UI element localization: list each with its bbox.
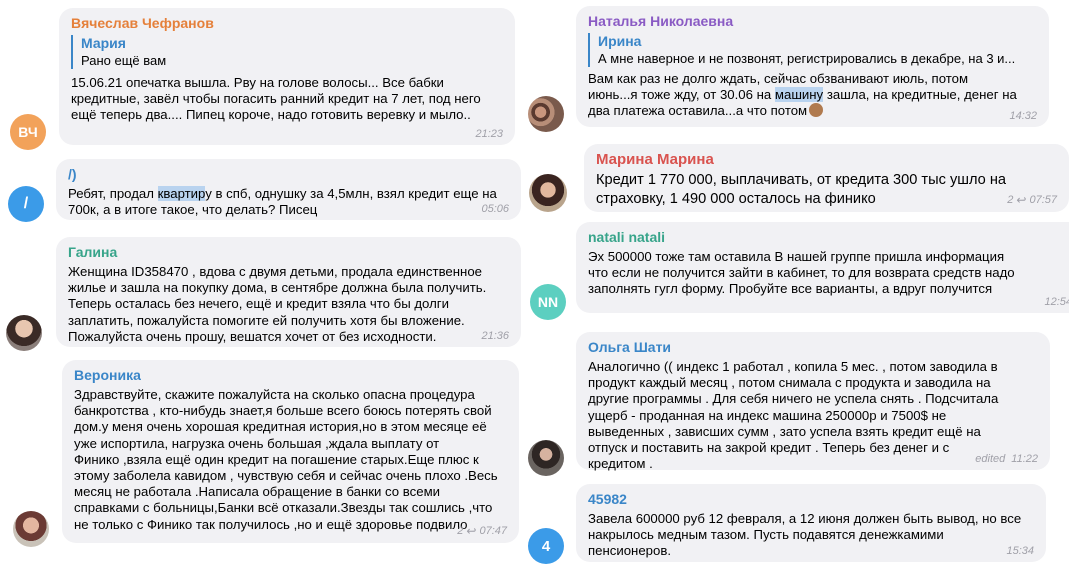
edited-label: edited: [975, 453, 1006, 465]
message-text: Эх 500000 тоже там оставила В нашей груп…: [588, 249, 1015, 297]
message-meta: 05:06: [481, 203, 509, 215]
avatar-initials: /: [23, 195, 29, 212]
message[interactable]: Ольга Шати Аналогично (( индекс 1 работа…: [528, 330, 1069, 476]
avatar[interactable]: [529, 174, 567, 212]
reply-count[interactable]: 2: [457, 525, 463, 537]
message-bubble: Галина Женщина ID358470 , вдова с двумя …: [56, 237, 521, 347]
message[interactable]: Марина Марина Кредит 1 770 000, выплачив…: [528, 140, 1069, 215]
message-bubble: Ольга Шати Аналогично (( индекс 1 работа…: [576, 332, 1050, 472]
message-time: 14:32: [1009, 110, 1037, 122]
reply-arrow-icon[interactable]: ↩: [466, 524, 476, 538]
avatar[interactable]: [528, 96, 564, 132]
message-bubble: Вячеслав Чефранов Мария Рано ещё вам 15.…: [59, 8, 515, 145]
quote-author: Ирина: [598, 33, 642, 49]
sender-name[interactable]: Марина Марина: [596, 151, 1057, 168]
message-time: 12:54: [1044, 296, 1069, 308]
message-meta: 2 ↩ 07:57: [1007, 193, 1057, 207]
message-time: 07:57: [1029, 194, 1057, 206]
message-bubble: /) Ребят, продал квартиру в спб, однушку…: [56, 159, 521, 220]
message-text: Ребят, продал квартиру в спб, однушку за…: [68, 186, 509, 218]
message-text: Кредит 1 770 000, выплачивать, от кредит…: [596, 172, 1006, 207]
message[interactable]: Наталья Николаевна Ирина А мне наверное …: [528, 0, 1069, 135]
avatar-initials: NN: [537, 294, 559, 310]
avatar[interactable]: 4: [528, 528, 564, 564]
message[interactable]: Галина Женщина ID358470 , вдова с двумя …: [0, 235, 530, 355]
message-meta: 12:54: [1044, 296, 1069, 308]
sender-name[interactable]: Вероника: [74, 367, 507, 384]
reply-count[interactable]: 2: [1007, 194, 1013, 206]
message[interactable]: 4 45982 Завела 600000 руб 12 февраля, а …: [528, 480, 1069, 569]
avatar[interactable]: [528, 440, 564, 476]
message-time: 21:36: [481, 330, 509, 342]
message[interactable]: Вероника Здравствуйте, скажите пожалуйст…: [0, 358, 530, 548]
avatar-initials: 4: [541, 537, 551, 555]
quote-author: Мария: [81, 35, 126, 51]
message-time: 15:34: [1006, 545, 1034, 557]
message-bubble: Вероника Здравствуйте, скажите пожалуйст…: [62, 360, 519, 543]
message-bubble: Марина Марина Кредит 1 770 000, выплачив…: [584, 144, 1069, 212]
message-meta: 2 ↩ 07:47: [457, 524, 507, 538]
message-meta: 14:32: [1009, 110, 1037, 122]
message[interactable]: ВЧ Вячеслав Чефранов Мария Рано ещё вам …: [0, 0, 530, 150]
avatar[interactable]: ВЧ: [10, 114, 46, 150]
message-text: Вам как раз не долго ждать, сейчас обзва…: [588, 71, 1037, 120]
text-part: Ребят, продал: [68, 186, 158, 201]
message-time: 07:47: [479, 525, 507, 537]
message-meta: 21:23: [475, 128, 503, 140]
avatar[interactable]: [13, 511, 49, 547]
message-meta: edited 11:22: [975, 453, 1038, 465]
message-bubble: 45982 Завела 600000 руб 12 февраля, а 12…: [576, 484, 1046, 562]
message-time: 11:22: [1011, 453, 1038, 465]
message-text: 15.06.21 опечатка вышла. Рву на голове в…: [71, 75, 481, 123]
sender-name[interactable]: Наталья Николаевна: [588, 13, 1037, 30]
sender-name[interactable]: Ольга Шати: [588, 339, 1038, 356]
quote-text: А мне наверное и не позвонят, регистриро…: [598, 51, 1016, 66]
sender-name[interactable]: Вячеслав Чефранов: [71, 15, 503, 32]
avatar[interactable]: /: [8, 186, 44, 222]
reply-quote[interactable]: Мария Рано ещё вам: [71, 35, 503, 69]
message-meta: 15:34: [1006, 545, 1034, 557]
reply-quote[interactable]: Ирина А мне наверное и не позвонят, реги…: [588, 33, 1037, 67]
highlighted-text: квартир: [157, 186, 206, 201]
avatar[interactable]: NN: [530, 284, 566, 320]
reply-arrow-icon[interactable]: ↩: [1016, 193, 1026, 207]
message-meta: 21:36: [481, 330, 509, 342]
message-text: Аналогично (( индекс 1 работал , копила …: [588, 359, 999, 472]
sender-name[interactable]: Галина: [68, 244, 509, 261]
avatar[interactable]: [6, 315, 42, 351]
message-time: 21:23: [475, 128, 503, 140]
avatar-initials: ВЧ: [18, 124, 38, 140]
sender-name[interactable]: 45982: [588, 491, 1034, 508]
message-time: 05:06: [481, 203, 509, 215]
message[interactable]: / /) Ребят, продал квартиру в спб, однуш…: [0, 155, 530, 225]
message-text: Женщина ID358470 , вдова с двумя детьми,…: [68, 264, 487, 344]
message-text: Завела 600000 руб 12 февраля, а 12 июня …: [588, 511, 1022, 559]
message-bubble: natali natali Эх 500000 тоже там оставил…: [576, 222, 1069, 313]
message-bubble: Наталья Николаевна Ирина А мне наверное …: [576, 6, 1049, 127]
sender-name[interactable]: /): [68, 166, 509, 183]
sender-name[interactable]: natali natali: [588, 229, 1069, 246]
message-text: Здравствуйте, скажите пожалуйста на скол…: [74, 387, 498, 532]
monkey-emoji-icon: [809, 103, 824, 118]
message[interactable]: NN natali natali Эх 500000 тоже там оста…: [528, 220, 1069, 320]
quote-text: Рано ещё вам: [81, 53, 167, 68]
highlighted-text: машину: [774, 87, 824, 103]
